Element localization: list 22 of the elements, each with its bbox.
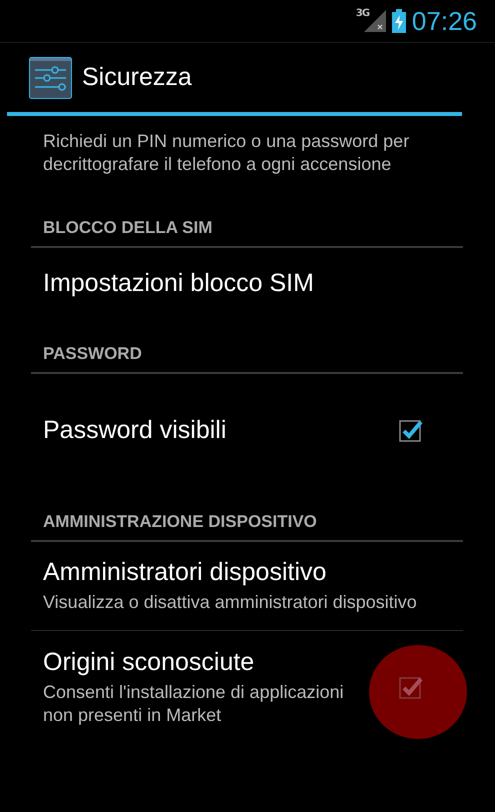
checkbox[interactable]	[399, 418, 423, 442]
item-title: Origini sconosciute	[43, 648, 256, 676]
settings-item[interactable]: Password visibili	[31, 374, 463, 486]
checkbox[interactable]	[399, 675, 423, 699]
item-summary: Consenti l'installazione di applicazioni non presenti in Market	[43, 680, 345, 726]
item-title: Password visibili	[43, 416, 228, 444]
section-header: PASSWORD	[31, 318, 463, 374]
clock-time: 07:26	[412, 6, 477, 36]
battery-charging-icon	[392, 9, 406, 33]
section-header: BLOCCO DELLA SIM	[31, 192, 463, 248]
section-header: AMMINISTRAZIONE DISPOSITIVO	[31, 486, 463, 542]
settings-item[interactable]: Richiedi un PIN numerico o una password per decrittografare il telefono a ogni accensione	[31, 130, 463, 192]
network-type: 3G	[356, 8, 370, 19]
item-summary: Visualizza o disattiva amministratori dispositivo	[43, 591, 418, 614]
screen-title: Sicurezza	[82, 63, 192, 92]
item-title: Impostazioni blocco SIM	[43, 268, 315, 298]
item-summary: Richiedi un PIN numerico o una password per decrittografare il telefono a ogni accensione	[43, 130, 410, 176]
settings-item[interactable]: Impostazioni blocco SIM	[31, 248, 463, 318]
settings-item[interactable]: Origini sconosciute Consenti l'installazione di applicazioni non presenti in Market	[31, 630, 463, 743]
item-title: Amministratori dispositivo	[43, 558, 328, 587]
settings-icon[interactable]	[29, 56, 72, 98]
settings-item[interactable]: Amministratori dispositivo Visualizza o disattiva amministratori dispositivo	[31, 542, 463, 630]
